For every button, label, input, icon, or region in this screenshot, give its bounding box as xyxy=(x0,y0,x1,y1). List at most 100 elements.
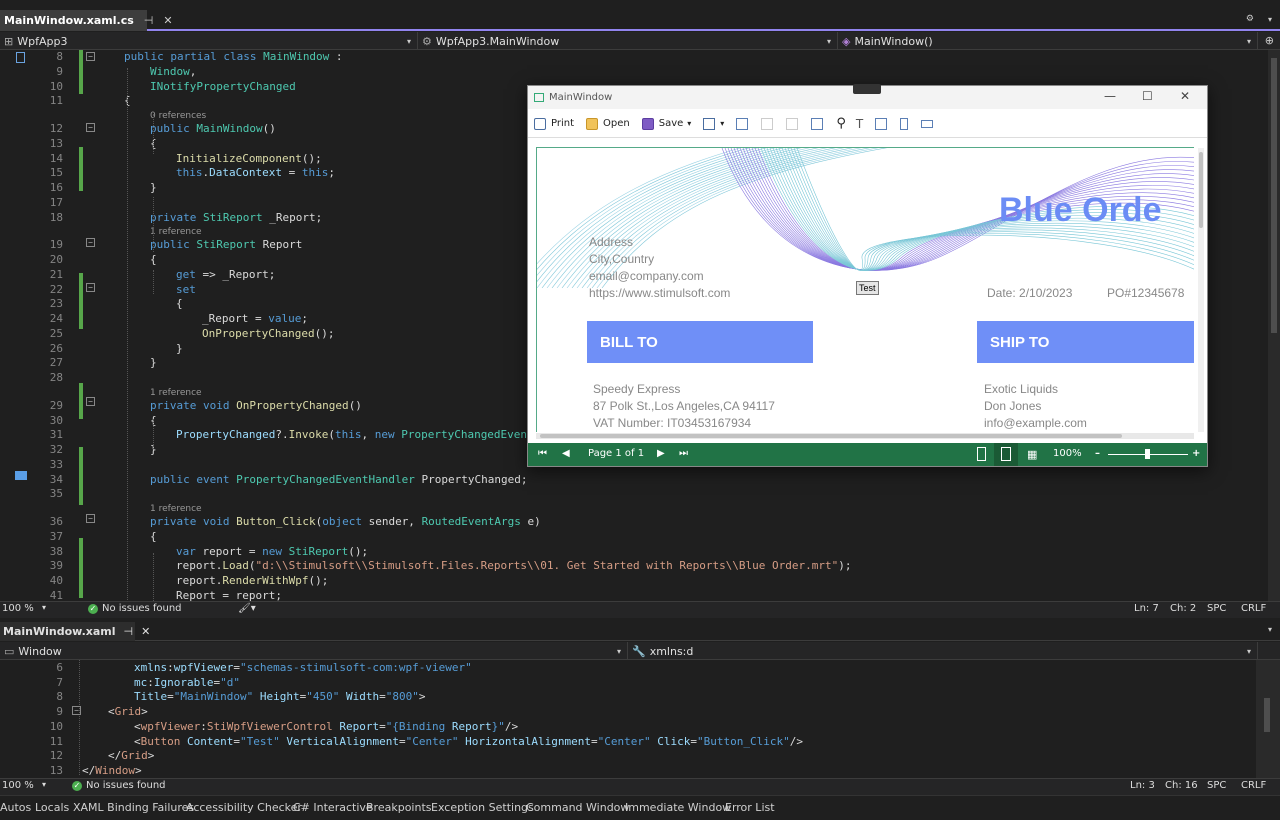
issues-indicator[interactable]: ✓ No issues found xyxy=(72,780,166,791)
tool-tab[interactable]: XAML Binding Failures xyxy=(73,801,194,814)
tool-tab[interactable]: Autos xyxy=(0,801,31,814)
code-token: ?. xyxy=(275,428,289,442)
drag-handle[interactable] xyxy=(853,84,881,94)
event-indicator-icon[interactable] xyxy=(15,471,27,480)
close-icon[interactable]: ✕ xyxy=(1180,89,1190,103)
single-page-icon[interactable] xyxy=(977,447,986,461)
tool-tab[interactable]: C# Interactive xyxy=(293,801,373,814)
bookmark-icon[interactable] xyxy=(16,52,25,63)
scrollbar-thumb[interactable] xyxy=(1264,698,1270,732)
bookmarks-icon[interactable] xyxy=(736,117,749,130)
fold-toggle[interactable]: − xyxy=(86,283,95,292)
fold-toggle[interactable]: − xyxy=(86,123,95,132)
chevron-down-icon[interactable]: ▾ xyxy=(42,603,46,612)
xaml-code-editor[interactable]: 6 xmlns:wpfViewer="schemas-stimulsoft-com… xyxy=(0,660,1256,778)
thumbnails-icon[interactable] xyxy=(786,117,799,130)
class-icon: ⚙ xyxy=(422,34,432,48)
split-icon[interactable]: ⊕ xyxy=(1265,34,1274,47)
fullscreen-icon[interactable] xyxy=(875,117,888,130)
fold-toggle[interactable]: − xyxy=(86,397,95,406)
report-vertical-scrollbar[interactable] xyxy=(1198,148,1204,432)
line-number: 41 xyxy=(49,588,63,601)
tab-mainwindow-xaml-cs[interactable]: MainWindow.xaml.cs ⊣ ✕ xyxy=(0,10,173,31)
fold-toggle[interactable]: − xyxy=(86,52,95,61)
project-dropdown[interactable]: ⊞ WpfApp3 ▾ xyxy=(0,32,418,50)
save-button[interactable]: Save ▾ xyxy=(641,117,691,130)
line-number: 31 xyxy=(49,428,63,442)
code-token: MainWindow xyxy=(263,50,330,63)
print-button[interactable]: Print xyxy=(534,117,574,130)
zoom-level[interactable]: 100 % xyxy=(2,780,34,791)
pin-icon[interactable]: ⊣ xyxy=(124,625,134,638)
class-dropdown[interactable]: ⚙ WpfApp3.MainWindow ▾ xyxy=(418,32,838,50)
fold-toggle[interactable]: − xyxy=(86,514,95,523)
zoom-out-icon[interactable]: – xyxy=(1095,448,1100,459)
parameters-icon[interactable] xyxy=(761,117,774,130)
fold-toggle[interactable]: − xyxy=(72,706,81,715)
code-token: Window xyxy=(150,64,190,78)
maximize-icon[interactable]: ☐ xyxy=(1142,89,1153,103)
find-icon[interactable]: ⚲ xyxy=(836,116,846,131)
pin-icon[interactable]: ⊣ xyxy=(144,14,154,27)
chevron-down-icon[interactable]: ▾ xyxy=(1268,15,1272,24)
text-format-icon[interactable]: T xyxy=(856,117,863,131)
code-token: ( xyxy=(328,428,335,442)
sidebar-icon[interactable] xyxy=(811,117,824,130)
xaml-vertical-scrollbar[interactable] xyxy=(1256,660,1280,778)
whitespace-mode[interactable]: SPC xyxy=(1207,603,1226,614)
code-token: = xyxy=(233,661,240,674)
page-height-icon[interactable] xyxy=(900,117,909,130)
close-icon[interactable]: ✕ xyxy=(141,625,150,638)
element-dropdown[interactable]: ▭ Window ▾ xyxy=(0,642,628,660)
code-token: public xyxy=(150,238,197,252)
tool-tab[interactable]: Locals xyxy=(35,801,69,814)
line-number: 11 xyxy=(49,734,63,748)
scrollbar-thumb[interactable] xyxy=(540,434,1122,438)
line-number: 12 xyxy=(49,122,63,135)
send-email-button[interactable]: ▾ xyxy=(703,117,724,130)
page-width-icon[interactable] xyxy=(921,119,934,128)
code-token: this xyxy=(334,428,362,442)
settings-icon[interactable]: ⚙ xyxy=(1246,14,1254,24)
report-horizontal-scrollbar[interactable] xyxy=(536,433,1194,439)
close-icon[interactable]: ✕ xyxy=(163,14,172,27)
scrollbar-thumb[interactable] xyxy=(1271,58,1277,333)
whitespace-mode[interactable]: SPC xyxy=(1207,780,1226,791)
previous-page-icon[interactable]: ◀ xyxy=(562,448,570,459)
scrollbar-thumb[interactable] xyxy=(1199,152,1203,228)
indent-guide xyxy=(153,553,154,601)
tool-tab[interactable]: Immediate Window xyxy=(625,801,731,814)
zoom-level[interactable]: 100 % xyxy=(2,603,34,614)
code-token: > xyxy=(135,763,142,777)
page-indicator: Page 1 of 1 xyxy=(588,448,645,459)
zoom-percent[interactable]: 100% xyxy=(1053,448,1082,459)
test-button[interactable]: Test xyxy=(856,281,879,295)
member-dropdown[interactable]: ◈ MainWindow() ▾ xyxy=(838,32,1258,50)
brush-icon[interactable]: 🖌▾ xyxy=(238,603,256,614)
namespace-dropdown[interactable]: 🔧 xmlns:d ▾ xyxy=(628,642,1258,660)
multi-page-icon[interactable]: ▦ xyxy=(1027,448,1037,461)
line-ending[interactable]: CRLF xyxy=(1241,603,1266,614)
tool-tab[interactable]: Exception Settings xyxy=(431,801,534,814)
last-page-icon[interactable]: ⏭ xyxy=(679,448,688,459)
open-button[interactable]: Open xyxy=(586,117,630,130)
indent-guide xyxy=(153,197,154,252)
tool-tab[interactable]: Error List xyxy=(725,801,775,814)
tool-tab[interactable]: Accessibility Checker xyxy=(186,801,302,814)
zoom-in-icon[interactable]: + xyxy=(1192,448,1200,459)
first-page-icon[interactable]: ⏮ xyxy=(538,448,547,459)
tool-tab[interactable]: Command Window xyxy=(526,801,629,814)
cs-vertical-scrollbar[interactable] xyxy=(1268,50,1280,601)
tab-mainwindow-xaml[interactable]: MainWindow.xaml ⊣ ✕ xyxy=(0,622,150,641)
next-page-icon[interactable]: ▶ xyxy=(657,448,665,459)
continuous-mode-icon[interactable] xyxy=(994,443,1018,466)
zoom-slider-thumb[interactable] xyxy=(1145,449,1150,459)
line-ending[interactable]: CRLF xyxy=(1241,780,1266,791)
tool-tab[interactable]: Breakpoints xyxy=(366,801,432,814)
code-text: report.Load("d:\\Stimulsoft\\Stimulsoft.… xyxy=(176,559,852,574)
fold-toggle[interactable]: − xyxy=(86,238,95,247)
issues-indicator[interactable]: ✓ No issues found xyxy=(88,603,182,614)
chevron-down-icon[interactable]: ▾ xyxy=(1268,625,1272,634)
minimize-icon[interactable]: — xyxy=(1104,89,1116,103)
chevron-down-icon[interactable]: ▾ xyxy=(42,780,46,789)
